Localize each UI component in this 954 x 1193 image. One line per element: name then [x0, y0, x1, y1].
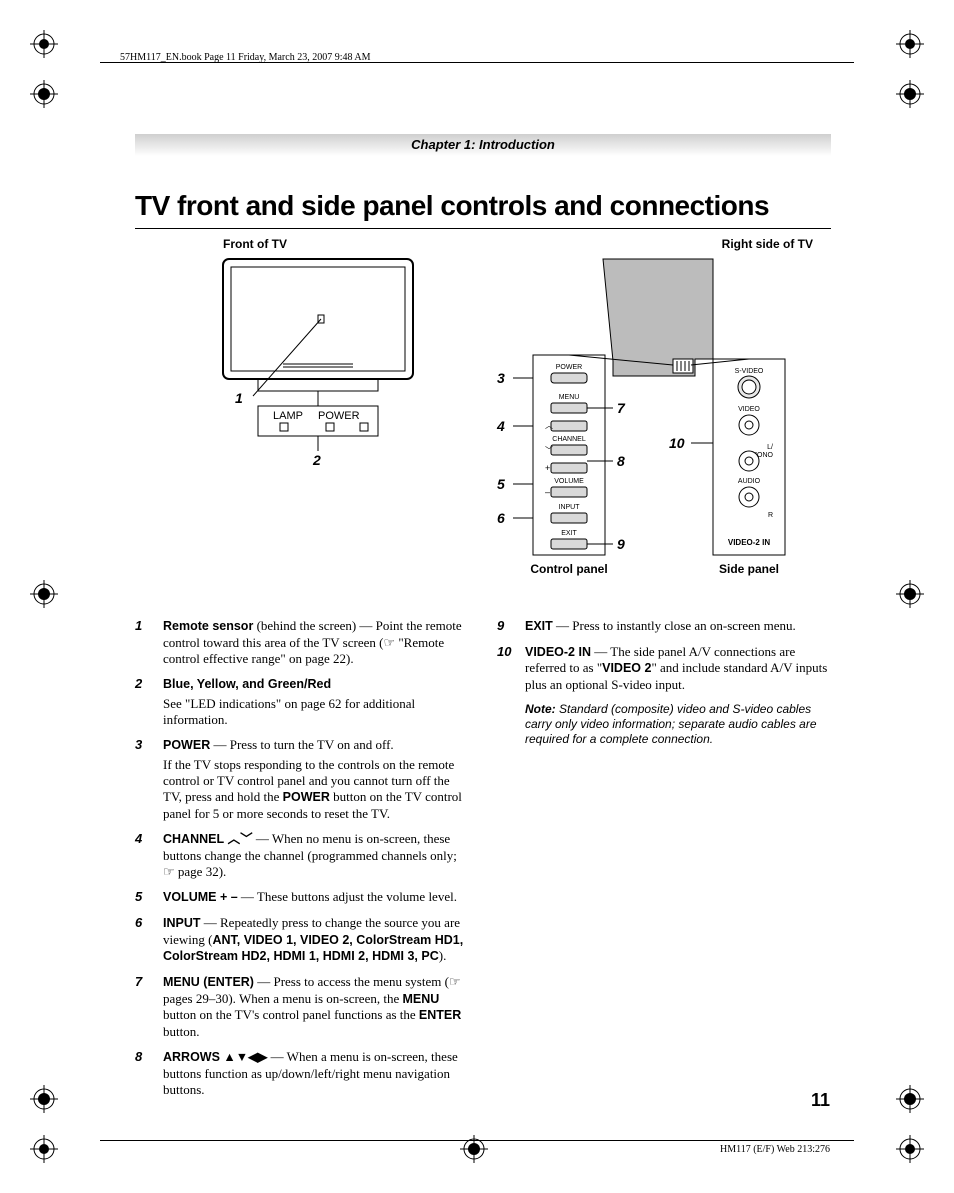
list-item: 4 CHANNEL ︿﹀ — When no menu is on-screen…: [135, 831, 469, 880]
list-item: 7 MENU (ENTER) — Press to access the men…: [135, 974, 469, 1040]
callout-6: 6: [497, 510, 505, 526]
list-item: 1 Remote sensor (behind the screen) — Po…: [135, 618, 469, 667]
footer-rule: [100, 1140, 854, 1141]
crop-target-icon: [896, 1085, 924, 1113]
footer-code: HM117 (E/F) Web 213:276: [720, 1144, 830, 1155]
control-panel-label: Control panel: [530, 562, 607, 576]
figure-front-label: Front of TV: [223, 237, 433, 251]
callout-2: 2: [312, 452, 321, 468]
svg-text:–: –: [545, 487, 550, 497]
svg-text:+: +: [545, 463, 550, 473]
svg-text:VIDEO: VIDEO: [738, 406, 760, 413]
figure-front: Front of TV 1 LAMP POWER: [213, 237, 433, 476]
list-item: 2 Blue, Yellow, and Green/RedSee "LED in…: [135, 676, 469, 728]
registration-mark-icon: [896, 30, 924, 58]
crop-target-icon: [30, 580, 58, 608]
side-panel-label: Side panel: [719, 562, 779, 576]
list-item: 9 EXIT — Press to instantly close an on-…: [497, 618, 831, 635]
svg-text:L/: L/: [767, 444, 773, 451]
list-column-right: 9 EXIT — Press to instantly close an on-…: [497, 618, 831, 1107]
page-number: 11: [811, 1090, 830, 1111]
svg-text:﹀: ﹀: [545, 446, 553, 455]
diagram-front-tv: 1 LAMP POWER 2: [213, 251, 433, 471]
callout-4: 4: [496, 418, 505, 434]
svg-text:R: R: [768, 512, 773, 519]
svg-text:S-VIDEO: S-VIDEO: [735, 368, 764, 375]
figures-row: Front of TV 1 LAMP POWER: [135, 237, 831, 596]
crop-target-icon: [30, 80, 58, 108]
diagram-side-tv: POWER MENU ︿ CHANNEL ﹀ + VOLUME – INPUT: [473, 251, 833, 591]
list-item: 8 ARROWS ▲▼◀▶ — When a menu is on-screen…: [135, 1049, 469, 1098]
svg-text:VIDEO-2 IN: VIDEO-2 IN: [728, 538, 770, 547]
print-header-rule: [100, 62, 854, 63]
svg-text:EXIT: EXIT: [561, 530, 577, 537]
crop-target-icon: [896, 580, 924, 608]
callout-7: 7: [617, 400, 626, 416]
svg-text:CHANNEL: CHANNEL: [552, 436, 586, 443]
svg-text:︿: ︿: [545, 421, 553, 430]
svg-text:POWER: POWER: [318, 410, 360, 422]
registration-mark-icon: [30, 30, 58, 58]
note: Note: Standard (composite) video and S-v…: [525, 702, 831, 747]
callout-8: 8: [617, 453, 625, 469]
list-item: 5 VOLUME + – — These buttons adjust the …: [135, 889, 469, 906]
registration-mark-icon: [30, 1135, 58, 1163]
callout-1: 1: [235, 390, 243, 406]
list-item: 10 VIDEO-2 IN — The side panel A/V conne…: [497, 644, 831, 694]
crop-target-icon: [30, 1085, 58, 1113]
svg-text:VOLUME: VOLUME: [554, 478, 584, 485]
svg-text:MENU: MENU: [559, 394, 580, 401]
callout-3: 3: [497, 370, 505, 386]
callout-9: 9: [617, 536, 625, 552]
svg-text:AUDIO: AUDIO: [738, 478, 761, 485]
figure-right-label: Right side of TV: [473, 237, 813, 251]
page-title: TV front and side panel controls and con…: [135, 190, 831, 229]
list-column-left: 1 Remote sensor (behind the screen) — Po…: [135, 618, 469, 1107]
list-item: 3 POWER — Press to turn the TV on and of…: [135, 737, 469, 822]
callout-10: 10: [669, 435, 685, 451]
figure-right: Right side of TV POWER MENU ︿ CHANNEL: [473, 237, 833, 596]
registration-mark-icon: [896, 1135, 924, 1163]
svg-text:POWER: POWER: [556, 364, 582, 371]
svg-text:LAMP: LAMP: [273, 410, 303, 422]
crop-target-icon: [896, 80, 924, 108]
svg-text:INPUT: INPUT: [559, 504, 581, 511]
chapter-title: Chapter 1: Introduction: [135, 134, 831, 156]
list-item: 6 INPUT — Repeatedly press to change the…: [135, 915, 469, 965]
callout-5: 5: [497, 476, 505, 492]
